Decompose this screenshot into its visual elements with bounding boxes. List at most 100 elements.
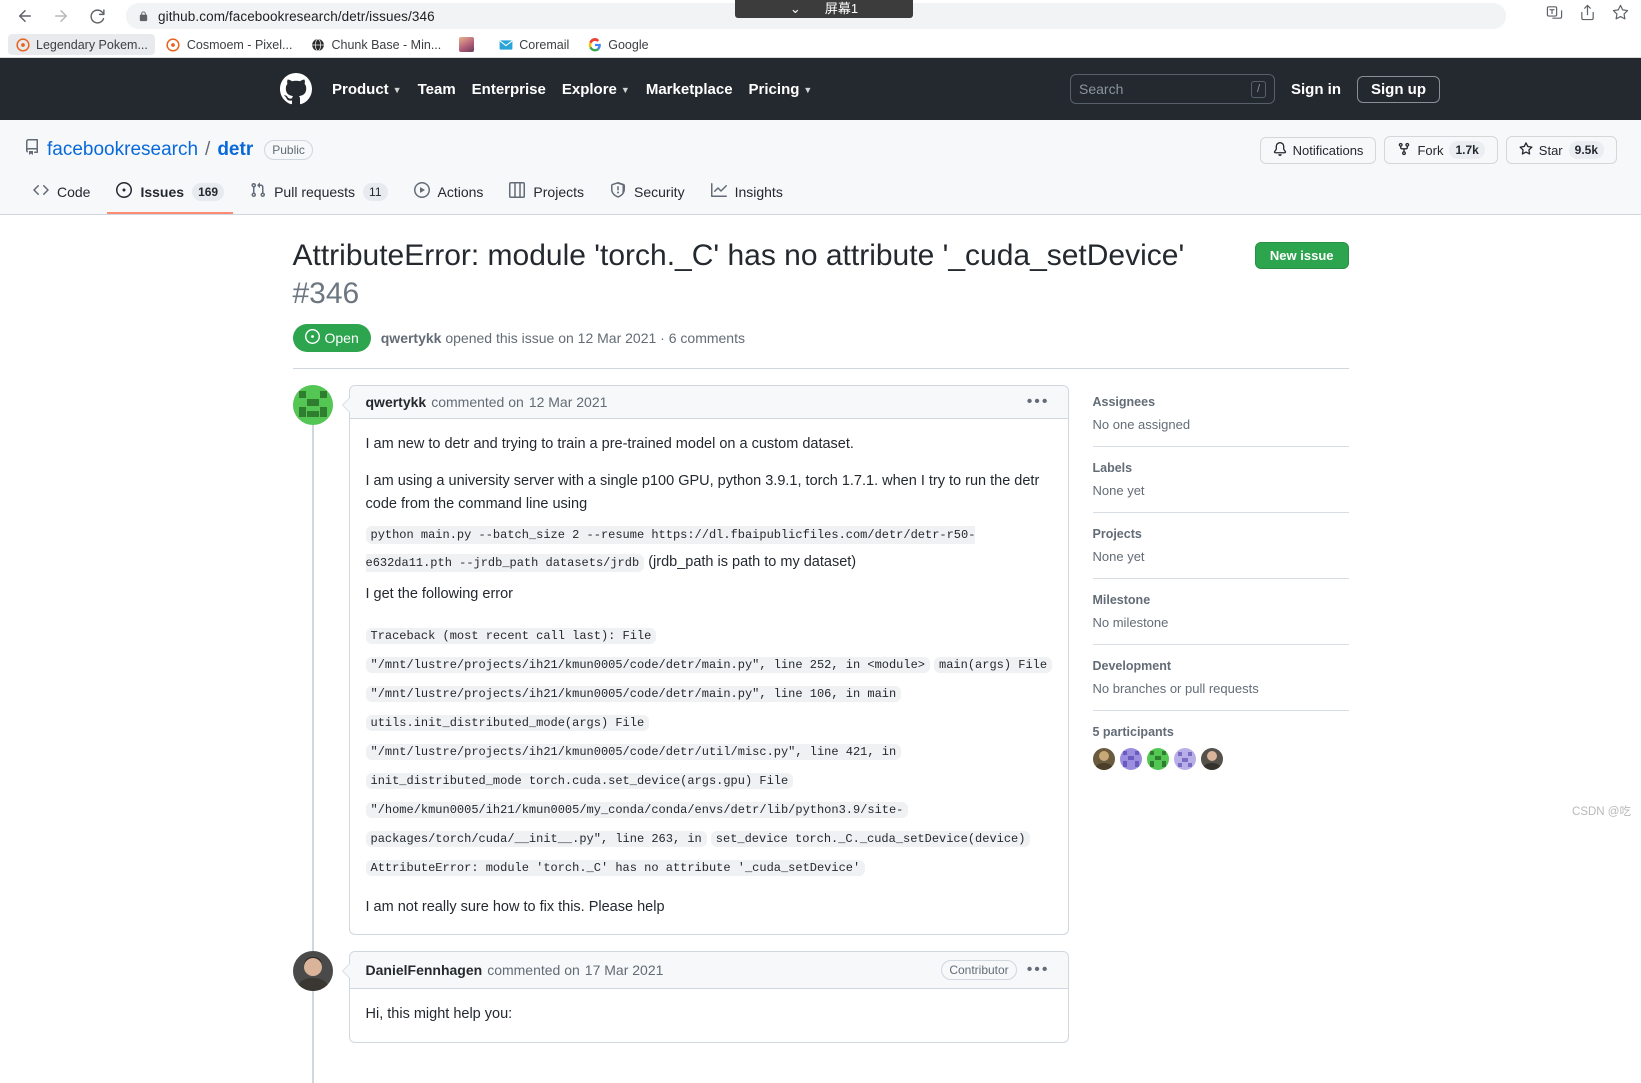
new-issue-button[interactable]: New issue: [1255, 242, 1349, 269]
github-header-actions: Search / Sign in Sign up: [1070, 74, 1440, 104]
comment-paragraph: I am new to detr and trying to train a p…: [366, 433, 1052, 455]
bookmark-item[interactable]: Cosmoem - Pixel...: [159, 34, 300, 55]
tab-label: Issues: [140, 184, 184, 200]
repo-name-link[interactable]: detr: [217, 139, 253, 161]
participants-row: [1093, 748, 1349, 770]
comment-author[interactable]: qwertykk: [366, 394, 427, 410]
sidebar-section-title[interactable]: Milestone: [1093, 593, 1349, 607]
nav-item-team[interactable]: Team: [418, 81, 456, 98]
nav-label: Enterprise: [472, 81, 546, 98]
chevron-down-icon: ▼: [393, 85, 402, 95]
share-icon[interactable]: [1579, 4, 1596, 21]
sidebar-section-value: No milestone: [1093, 615, 1349, 630]
tab-count: 169: [192, 183, 224, 201]
bookmark-label: Google: [608, 38, 648, 52]
bookmark-item[interactable]: [452, 34, 487, 55]
repo-header: facebookresearch / detr Public Notificat…: [0, 120, 1641, 215]
nav-label: Marketplace: [646, 81, 733, 98]
tab-actions[interactable]: Actions: [405, 174, 493, 214]
repo-owner-link[interactable]: facebookresearch: [47, 139, 198, 161]
chevron-down-icon: ▼: [803, 85, 812, 95]
participant-avatar[interactable]: [1174, 748, 1196, 770]
nav-item-pricing[interactable]: Pricing▼: [749, 81, 813, 98]
tab-security[interactable]: Security: [601, 174, 694, 214]
sidebar-section-title[interactable]: Projects: [1093, 527, 1349, 541]
tab-code[interactable]: Code: [24, 174, 99, 214]
bookmark-item[interactable]: Legendary Pokem...: [8, 34, 155, 55]
omnibox-actions: [1546, 4, 1629, 21]
forward-arrow-icon[interactable]: [50, 5, 72, 27]
back-arrow-icon[interactable]: [14, 5, 36, 27]
bookmark-star-icon[interactable]: [1612, 4, 1629, 21]
visibility-badge: Public: [264, 140, 313, 160]
comment-box: qwertykk commented on 12 Mar 2021 ••• I …: [349, 385, 1069, 935]
comment-header-actions: Contributor •••: [941, 960, 1051, 980]
bookmark-item[interactable]: Chunk Base - Min...: [303, 34, 448, 55]
status-label: Open: [325, 330, 359, 346]
address-bar-text: github.com/facebookresearch/detr/issues/…: [158, 9, 435, 24]
issue-author-link[interactable]: qwertykk: [381, 330, 442, 346]
sign-up-button[interactable]: Sign up: [1357, 76, 1440, 103]
nav-item-marketplace[interactable]: Marketplace: [646, 81, 733, 98]
globe-icon: [310, 37, 325, 52]
kebab-menu-icon[interactable]: •••: [1025, 394, 1052, 410]
tab-insights[interactable]: Insights: [702, 174, 792, 214]
chrome-popup-overlay[interactable]: ⌄ 屏幕1: [735, 0, 913, 18]
fork-button[interactable]: Fork 1.7k: [1384, 136, 1497, 164]
nav-label: Pricing: [749, 81, 800, 98]
sidebar-section-title[interactable]: Assignees: [1093, 395, 1349, 409]
participant-avatar[interactable]: [1147, 748, 1169, 770]
github-mark-icon[interactable]: [280, 73, 312, 105]
participant-avatar[interactable]: [1201, 748, 1223, 770]
github-global-header: Product▼ Team Enterprise Explore▼ Market…: [0, 58, 1641, 120]
tab-label: Insights: [735, 184, 783, 200]
bookmark-item[interactable]: Coremail: [491, 34, 576, 55]
comment-body: I am new to detr and trying to train a p…: [350, 419, 1068, 934]
star-count: 9.5k: [1569, 141, 1604, 159]
issue-title-row: AttributeError: module 'torch._C' has no…: [293, 237, 1349, 312]
comment-paragraph: I get the following error: [366, 583, 1052, 605]
traceback-block: Traceback (most recent call last): File …: [366, 621, 1052, 882]
nav-item-product[interactable]: Product▼: [332, 81, 402, 98]
issue-container: AttributeError: module 'torch._C' has no…: [293, 215, 1349, 1059]
comment-header-actions: •••: [1025, 394, 1052, 410]
sidebar-section-title[interactable]: Labels: [1093, 461, 1349, 475]
comment-action: commented on: [431, 394, 524, 410]
participant-avatar[interactable]: [1093, 748, 1115, 770]
avatar[interactable]: [293, 951, 333, 991]
search-input[interactable]: Search /: [1070, 74, 1275, 104]
participant-avatar[interactable]: [1120, 748, 1142, 770]
sidebar-section-assignees: Assignees No one assigned: [1093, 395, 1349, 447]
nav-item-enterprise[interactable]: Enterprise: [472, 81, 546, 98]
issue-title-text: AttributeError: module 'torch._C' has no…: [293, 239, 1185, 272]
anime-avatar-icon: [459, 37, 474, 52]
tab-label: Code: [57, 184, 90, 200]
notifications-button[interactable]: Notifications: [1260, 137, 1377, 164]
fork-label: Fork: [1417, 143, 1443, 158]
tab-pull-requests[interactable]: Pull requests 11: [241, 174, 396, 214]
sidebar-section-title[interactable]: Development: [1093, 659, 1349, 673]
issue-opened-text: opened this issue on 12 Mar 2021: [445, 330, 656, 346]
star-button[interactable]: Star 9.5k: [1506, 136, 1617, 164]
avatar[interactable]: [293, 385, 333, 425]
timeline-comment: qwertykk commented on 12 Mar 2021 ••• I …: [293, 385, 1069, 935]
translate-icon[interactable]: [1546, 4, 1563, 21]
tab-projects[interactable]: Projects: [500, 174, 593, 214]
search-placeholder: Search: [1079, 81, 1123, 97]
comment-author[interactable]: DanielFennhagen: [366, 962, 483, 978]
reload-icon[interactable]: [86, 5, 108, 27]
issue-meta: Open qwertykk opened this issue on 12 Ma…: [293, 324, 1349, 369]
sign-in-link[interactable]: Sign in: [1291, 81, 1341, 98]
comment-paragraph: I am not really sure how to fix this. Pl…: [366, 896, 1052, 918]
bookmark-item[interactable]: Google: [580, 34, 655, 55]
traceback-line: Traceback (most recent call last): File …: [366, 628, 931, 673]
issue-sidebar: Assignees No one assigned Labels None ye…: [1093, 385, 1349, 1059]
comment-header: DanielFennhagen commented on 17 Mar 2021…: [350, 952, 1068, 989]
mail-icon: [498, 37, 513, 52]
nav-item-explore[interactable]: Explore▼: [562, 81, 630, 98]
browser-chrome: github.com/facebookresearch/detr/issues/…: [0, 0, 1641, 58]
kebab-menu-icon[interactable]: •••: [1025, 962, 1052, 978]
tab-issues[interactable]: Issues 169: [107, 174, 233, 214]
tab-label: Security: [634, 184, 685, 200]
page-title: AttributeError: module 'torch._C' has no…: [293, 237, 1193, 312]
